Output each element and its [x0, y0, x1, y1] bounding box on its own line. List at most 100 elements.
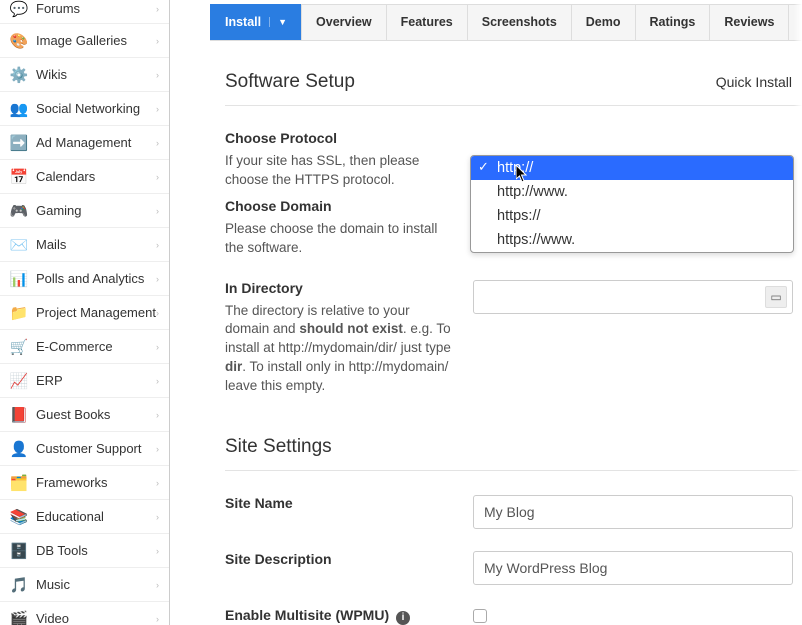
info-icon[interactable]: i — [396, 611, 410, 625]
dropdown-arrow-icon[interactable]: ▼ — [269, 17, 287, 27]
sidebar-item-label: DB Tools — [36, 543, 156, 558]
cart-icon: 🛒 — [10, 338, 28, 356]
project-icon: 📁 — [10, 304, 28, 322]
tab-screenshots[interactable]: Screenshots — [467, 4, 572, 40]
calendar-icon: 📅 — [10, 168, 28, 186]
sidebar-item-support[interactable]: 👤Customer Support› — [0, 432, 169, 466]
chevron-right-icon: › — [156, 444, 159, 454]
chevron-right-icon: › — [156, 410, 159, 420]
sidebar-item-ecommerce[interactable]: 🛒E-Commerce› — [0, 330, 169, 364]
sidebar-item-image-galleries[interactable]: 🎨 Image Galleries› — [0, 24, 169, 58]
sidebar: 💬Forums› 🎨Image Galleries› ⚙️Wikis› 👥Soc… — [0, 0, 170, 625]
tab-ratings[interactable]: Ratings — [635, 4, 711, 40]
card-icon: ▭ — [765, 286, 787, 308]
tab-install[interactable]: Install▼ — [210, 4, 302, 40]
social-icon: 👥 — [10, 100, 28, 118]
directory-desc: The directory is relative to your domain… — [225, 302, 453, 396]
chevron-right-icon: › — [156, 274, 159, 284]
gaming-icon: 🎮 — [10, 202, 28, 220]
sidebar-item-label: Project Management — [36, 305, 156, 320]
domain-desc: Please choose the domain to install the … — [225, 220, 453, 258]
sidebar-item-video[interactable]: 🎬Video› — [0, 602, 169, 625]
section-heading: Software Setup — [225, 71, 355, 93]
sidebar-item-label: Frameworks — [36, 475, 156, 490]
support-icon: 👤 — [10, 440, 28, 458]
tab-reviews[interactable]: Reviews — [709, 4, 789, 40]
chart-icon: 📊 — [10, 270, 28, 288]
sidebar-item-label: Gaming — [36, 203, 156, 218]
protocol-option-http[interactable]: http:// — [471, 156, 793, 180]
tab-features[interactable]: Features — [386, 4, 468, 40]
chevron-right-icon: › — [156, 70, 159, 80]
chevron-right-icon: › — [156, 512, 159, 522]
sidebar-item-label: Image Galleries — [36, 33, 156, 48]
chevron-right-icon: › — [156, 206, 159, 216]
gallery-icon: 🎨 — [10, 32, 28, 50]
chevron-right-icon: › — [156, 138, 159, 148]
sidebar-item-frameworks[interactable]: 🗂️ Frameworks› — [0, 466, 169, 500]
protocol-desc: If your site has SSL, then please choose… — [225, 152, 453, 190]
chevron-right-icon: › — [156, 4, 159, 14]
sidebar-item-label: Wikis — [36, 67, 156, 82]
sidebar-item-music[interactable]: 🎵 Music› — [0, 568, 169, 602]
protocol-option-httpswww[interactable]: https://www. — [471, 228, 793, 252]
sidebar-item-erp[interactable]: 📈ERP› — [0, 364, 169, 398]
main-content: Install▼ Overview Features Screenshots D… — [170, 0, 802, 625]
sidebar-item-label: E-Commerce — [36, 339, 156, 354]
quick-install-link[interactable]: Quick Install — [716, 74, 792, 90]
sidebar-item-dbtools[interactable]: 🗄️ DB Tools› — [0, 534, 169, 568]
chevron-right-icon: › — [156, 308, 159, 318]
protocol-label: Choose Protocol — [225, 130, 453, 146]
ad-icon: ➡️ — [10, 134, 28, 152]
section-software-setup-header: Software Setup Quick Install — [225, 71, 802, 106]
sidebar-item-calendars[interactable]: 📅Calendars› — [0, 160, 169, 194]
protocol-option-https[interactable]: https:// — [471, 204, 793, 228]
chevron-right-icon: › — [156, 546, 159, 556]
sidebar-item-gaming[interactable]: 🎮 Gaming› — [0, 194, 169, 228]
music-icon: 🎵 — [10, 576, 28, 594]
multisite-label: Enable Multisite (WPMU) i — [225, 607, 453, 625]
book-icon: 📕 — [10, 406, 28, 424]
chevron-right-icon: › — [156, 36, 159, 46]
sidebar-item-project-mgmt[interactable]: 📁 Project Management› — [0, 296, 169, 330]
site-name-label: Site Name — [225, 495, 453, 511]
sidebar-item-label: Music — [36, 577, 156, 592]
site-name-input[interactable] — [473, 495, 793, 529]
mail-icon: ✉️ — [10, 236, 28, 254]
sidebar-item-social-networking[interactable]: 👥Social Networking› — [0, 92, 169, 126]
multisite-checkbox[interactable] — [473, 609, 487, 623]
sidebar-item-educational[interactable]: 📚 Educational› — [0, 500, 169, 534]
framework-icon: 🗂️ — [10, 474, 28, 492]
sidebar-item-forums[interactable]: 💬 Forums› — [0, 0, 169, 24]
sidebar-item-guestbooks[interactable]: 📕 Guest Books› — [0, 398, 169, 432]
chevron-right-icon: › — [156, 614, 159, 624]
erp-icon: 📈 — [10, 372, 28, 390]
chevron-right-icon: › — [156, 580, 159, 590]
tab-overview[interactable]: Overview — [301, 4, 387, 40]
sidebar-item-mails[interactable]: ✉️ Mails› — [0, 228, 169, 262]
sidebar-item-label: Mails — [36, 237, 156, 252]
directory-input[interactable] — [473, 280, 793, 314]
site-desc-input[interactable] — [473, 551, 793, 585]
sidebar-item-label: Educational — [36, 509, 156, 524]
forums-icon: 💬 — [10, 0, 28, 18]
sidebar-item-label: Guest Books — [36, 407, 156, 422]
wiki-icon: ⚙️ — [10, 66, 28, 84]
directory-label: In Directory — [225, 280, 453, 296]
domain-label: Choose Domain — [225, 198, 453, 214]
sidebar-item-ad-management[interactable]: ➡️Ad Management› — [0, 126, 169, 160]
chevron-right-icon: › — [156, 172, 159, 182]
protocol-option-httpwww[interactable]: http://www. — [471, 180, 793, 204]
sidebar-item-label: Forums — [36, 1, 156, 16]
tab-demo[interactable]: Demo — [571, 4, 636, 40]
sidebar-item-wikis[interactable]: ⚙️ Wikis› — [0, 58, 169, 92]
sidebar-item-polls[interactable]: 📊 Polls and Analytics› — [0, 262, 169, 296]
chevron-right-icon: › — [156, 240, 159, 250]
chevron-right-icon: › — [156, 376, 159, 386]
sidebar-item-label: Polls and Analytics — [36, 271, 156, 286]
chevron-right-icon: › — [156, 104, 159, 114]
video-icon: 🎬 — [10, 610, 28, 625]
database-icon: 🗄️ — [10, 542, 28, 560]
chevron-right-icon: › — [156, 478, 159, 488]
books-icon: 📚 — [10, 508, 28, 526]
